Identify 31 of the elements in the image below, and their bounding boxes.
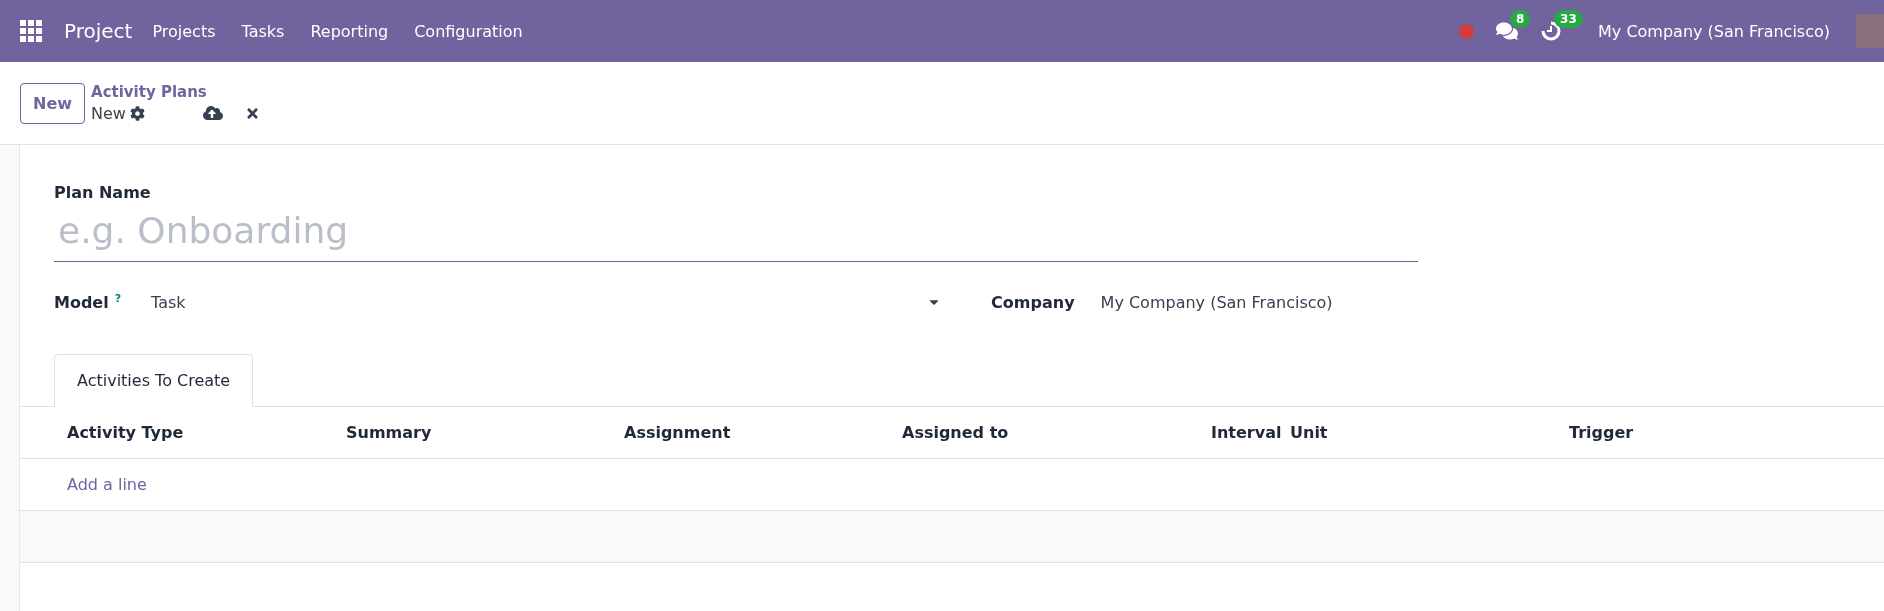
settings-icon[interactable]: [129, 105, 145, 121]
menu-item[interactable]: Tasks: [241, 21, 285, 41]
menu-item[interactable]: Configuration: [414, 21, 523, 41]
column-header[interactable]: Trigger: [1569, 423, 1884, 443]
field-label: Company: [991, 292, 1075, 312]
apps-grid-icon[interactable]: [20, 20, 42, 42]
add-line-link[interactable]: Add a line: [67, 475, 346, 495]
cloud-upload-icon[interactable]: [202, 103, 223, 123]
column-header[interactable]: Assignment: [624, 423, 902, 443]
status-dot-icon[interactable]: [1459, 23, 1475, 39]
field-label: Plan Name: [54, 183, 152, 202]
menu-item[interactable]: Projects: [152, 21, 216, 41]
tab[interactable]: Activities To Create: [54, 354, 254, 408]
record-name: New: [91, 103, 126, 123]
field-label: Model $^{?}$: [54, 292, 122, 313]
menu-item[interactable]: Reporting: [310, 21, 389, 41]
help-mark[interactable]: ?: [114, 292, 122, 305]
column-header[interactable]: Interval: [1211, 423, 1290, 443]
company-value: My Company (San Francisco): [1100, 292, 1333, 312]
column-header[interactable]: Activity Type: [67, 423, 346, 443]
app-name[interactable]: Project: [64, 19, 133, 43]
model-select[interactable]: Task: [151, 292, 942, 312]
message-count: 8: [1510, 10, 1531, 28]
column-header[interactable]: Summary: [346, 423, 624, 443]
column-header[interactable]: Unit: [1290, 423, 1569, 443]
company-name[interactable]: My Company (San Francisco): [1598, 21, 1830, 41]
breadcrumb-link[interactable]: Activity Plans: [91, 83, 260, 101]
close-icon[interactable]: [244, 105, 260, 121]
new-button[interactable]: New: [20, 82, 86, 124]
column-header[interactable]: Assigned to: [902, 423, 1211, 443]
activity-count: 33: [1554, 10, 1583, 28]
